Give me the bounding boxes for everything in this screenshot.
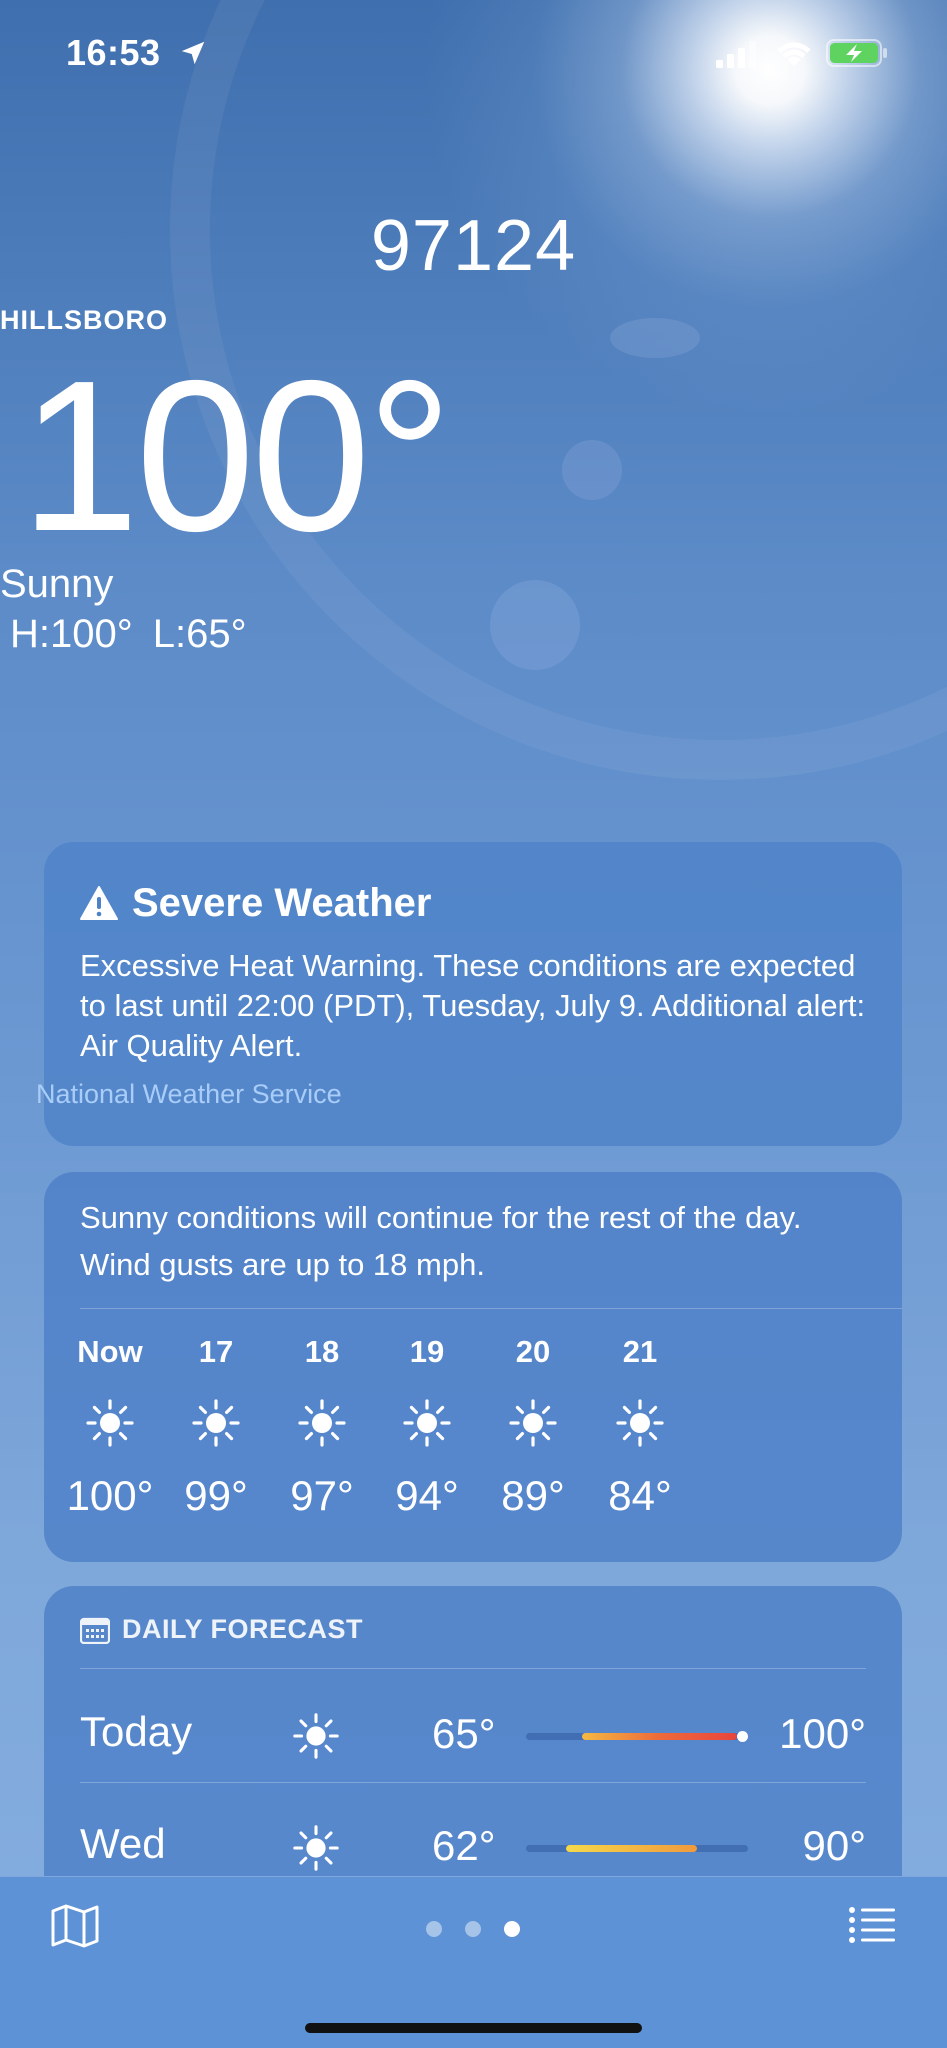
sun-icon — [86, 1399, 134, 1447]
alert-title: Severe Weather — [132, 880, 432, 925]
hour-item: 21 84° — [580, 1334, 700, 1520]
hour-temp: 94° — [395, 1472, 459, 1519]
city-name: HILLSBORO — [0, 305, 168, 335]
low-temp: L:65° — [152, 612, 247, 656]
day-name: Today — [80, 1708, 193, 1755]
hour-label: 18 — [304, 1334, 340, 1369]
bottom-toolbar — [0, 1876, 947, 2048]
temperature-range-bar — [526, 1731, 749, 1742]
wifi-icon — [777, 42, 811, 66]
day-high-temp: 90° — [802, 1822, 866, 1869]
alert-body: Excessive Heat Warning. These conditions… — [80, 948, 866, 1063]
warning-triangle-icon — [80, 886, 118, 920]
current-weather: 97124 — [0, 210, 947, 282]
sun-icon — [293, 1825, 339, 1871]
hourly-forecast-card[interactable]: Sunny conditions will continue for the r… — [44, 1172, 902, 1562]
condition-text: Sunny — [0, 562, 114, 606]
hourly-summary: Sunny conditions will continue for the r… — [80, 1200, 802, 1282]
hour-item: 20 89° — [473, 1334, 593, 1520]
current-temp-dot — [737, 1731, 749, 1742]
sun-icon — [192, 1399, 240, 1447]
divider — [80, 1782, 866, 1783]
sun-icon — [509, 1399, 557, 1447]
daily-header: DAILY FORECAST — [80, 1614, 363, 1645]
sun-icon — [616, 1399, 664, 1447]
page-dot[interactable] — [465, 1921, 481, 1937]
cellular-signal-icon — [716, 41, 756, 68]
current-temperature: 100° — [20, 335, 453, 576]
high-temp: H:100° — [10, 612, 133, 656]
hour-temp: 100° — [66, 1472, 154, 1519]
temperature-range-fill — [581, 1733, 737, 1740]
list-icon[interactable] — [848, 1905, 896, 1945]
battery-charging-icon — [826, 39, 887, 67]
hour-temp: 84° — [608, 1472, 672, 1519]
status-bar: 16:53 — [0, 0, 947, 110]
hour-item: 17 99° — [156, 1334, 276, 1520]
hour-label: Now — [77, 1334, 143, 1369]
day-name: Wed — [80, 1820, 166, 1867]
sun-icon — [298, 1399, 346, 1447]
hour-temp: 99° — [184, 1472, 248, 1519]
hour-label: 20 — [515, 1334, 551, 1369]
map-icon[interactable] — [50, 1903, 100, 1949]
temperature-range-fill — [565, 1845, 697, 1852]
location-title: 97124 — [370, 206, 577, 286]
status-time: 16:53 — [66, 32, 161, 73]
temperature-range-bar — [526, 1845, 748, 1852]
hour-item: 19 94° — [367, 1334, 487, 1520]
day-row[interactable]: Today 65° 100° — [44, 1676, 902, 1786]
alert-source-link[interactable]: National Weather Service — [36, 1079, 342, 1110]
divider — [80, 1308, 902, 1309]
daily-title: DAILY FORECAST — [122, 1614, 364, 1644]
day-high-temp: 100° — [779, 1710, 866, 1757]
hour-item: 18 97° — [262, 1334, 382, 1520]
page-indicator[interactable] — [424, 1921, 524, 1937]
divider — [80, 1668, 866, 1669]
hour-temp: 97° — [290, 1472, 354, 1519]
page-dot-active[interactable] — [504, 1921, 520, 1937]
hour-label: 17 — [198, 1334, 234, 1369]
hour-item: Now 100° — [50, 1334, 170, 1520]
location-arrow-icon — [181, 41, 205, 65]
hour-temp: 89° — [501, 1472, 565, 1519]
high-low: H:100° L:65° — [0, 612, 947, 657]
sun-icon — [403, 1399, 451, 1447]
hour-label: 21 — [622, 1334, 658, 1369]
sun-icon — [293, 1713, 339, 1759]
calendar-icon — [80, 1617, 110, 1644]
hour-label: 19 — [409, 1334, 445, 1369]
home-indicator[interactable] — [305, 2023, 642, 2033]
page-dot[interactable] — [426, 1921, 442, 1937]
alert-header: Severe Weather — [80, 880, 431, 926]
